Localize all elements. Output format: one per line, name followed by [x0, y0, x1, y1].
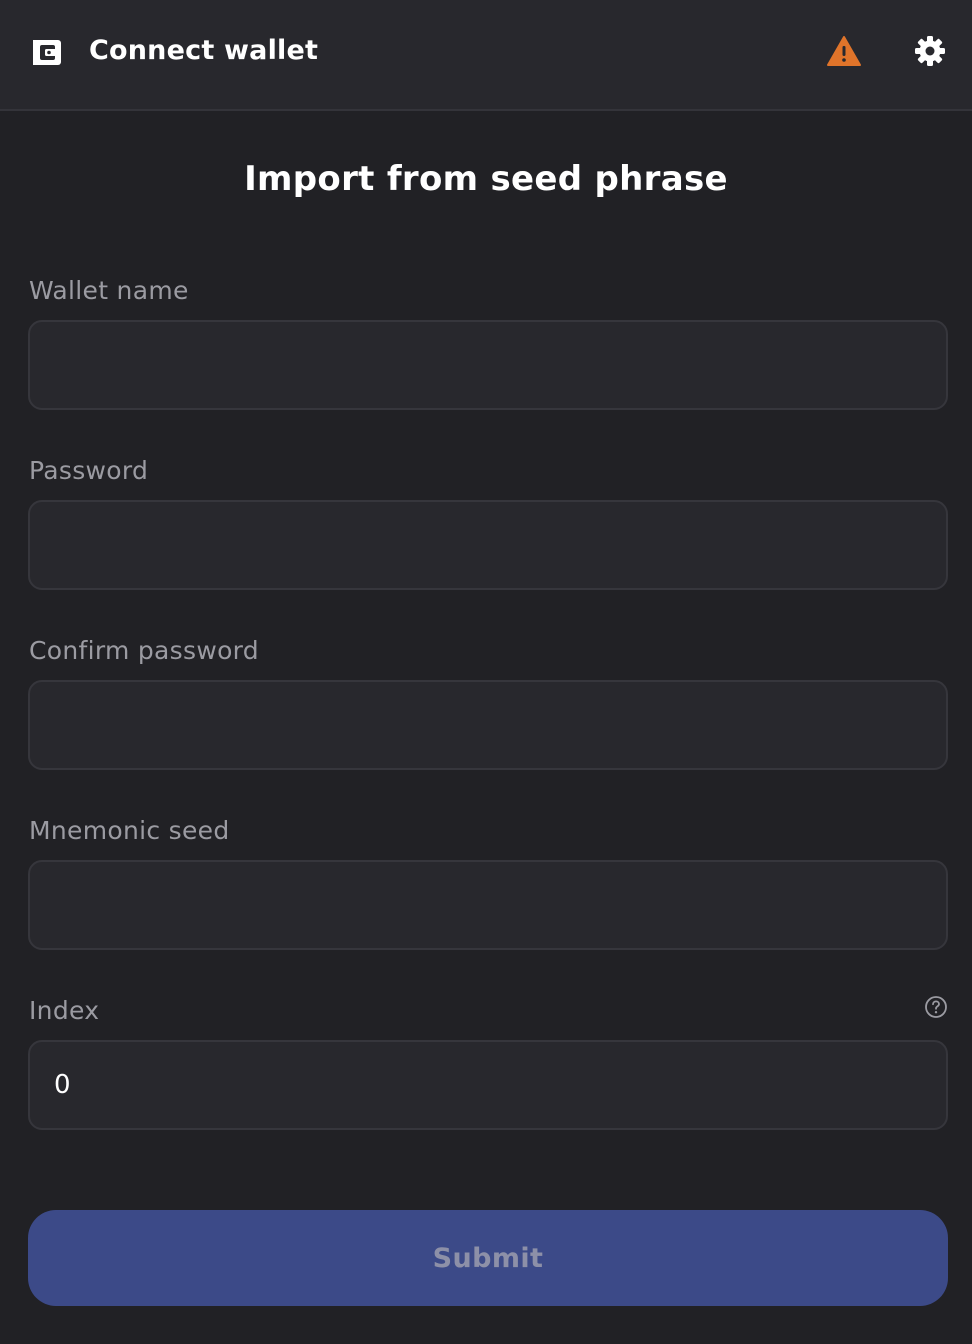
wallet-name-input[interactable]	[28, 320, 948, 410]
gear-icon[interactable]	[914, 35, 946, 67]
warning-icon[interactable]	[826, 35, 862, 67]
page-title: Import from seed phrase	[244, 159, 728, 199]
submit-button[interactable]: Submit	[28, 1210, 948, 1306]
password-input[interactable]	[28, 500, 948, 590]
mnemonic-seed-input[interactable]	[28, 860, 948, 950]
index-input[interactable]	[28, 1040, 948, 1130]
top-bar: Connect wallet	[0, 0, 972, 111]
help-icon[interactable]	[924, 995, 948, 1019]
index-label: Index	[29, 996, 100, 1025]
header-title: Connect wallet	[89, 35, 319, 66]
password-label: Password	[29, 456, 149, 485]
confirm-password-label: Confirm password	[29, 636, 259, 665]
wallet-icon	[33, 40, 61, 65]
confirm-password-input[interactable]	[28, 680, 948, 770]
mnemonic-seed-label: Mnemonic seed	[29, 816, 230, 845]
wallet-name-label: Wallet name	[29, 276, 189, 305]
